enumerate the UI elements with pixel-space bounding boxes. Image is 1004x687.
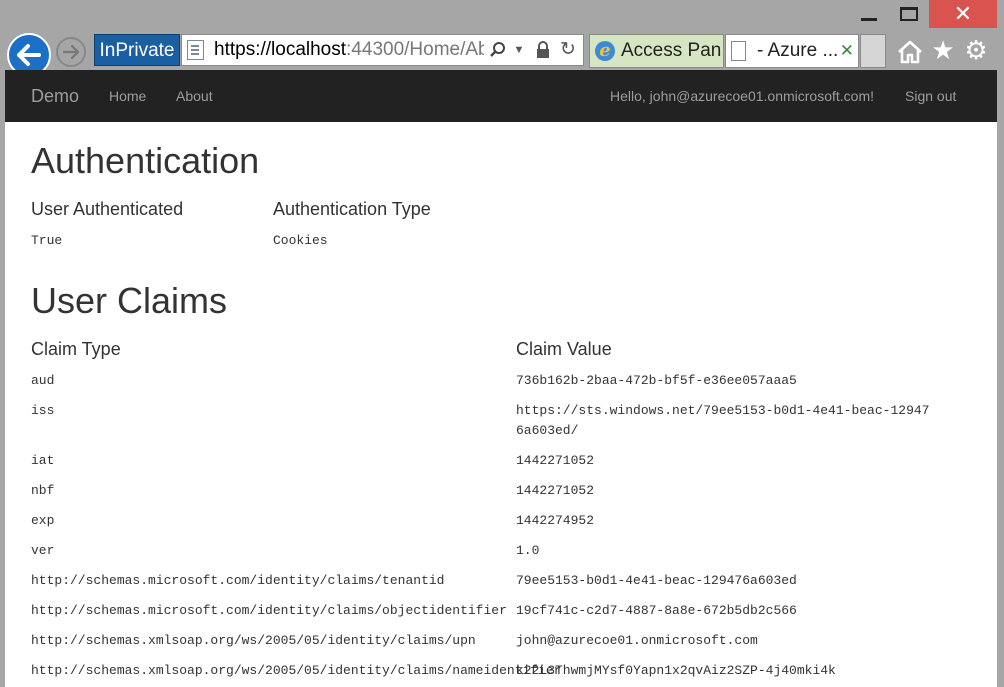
site-navbar: Demo Home About Hello, john@azurecoe01.o…: [5, 70, 997, 122]
claim-value-cell: https://sts.windows.net/79ee5153-b0d1-4e…: [516, 403, 930, 438]
url-text[interactable]: https://localhost:44300/Home/Ab: [214, 35, 484, 65]
claim-type-cell: nbf: [31, 483, 55, 498]
sign-out-link[interactable]: Sign out: [905, 70, 956, 122]
authentication-type-value: Cookies: [273, 233, 328, 248]
claim-value-cell: john@azurecoe01.onmicrosoft.com: [516, 633, 758, 648]
claim-type-cell: ver: [31, 543, 55, 558]
claim-type-cell: iss: [31, 403, 55, 418]
forward-arrow-icon: [63, 45, 79, 59]
refresh-icon[interactable]: ↻: [558, 35, 578, 65]
claim-value-header: Claim Value: [516, 339, 612, 359]
claim-type-cell: http://schemas.microsoft.com/identity/cl…: [31, 603, 507, 618]
claim-value-cell: 1442271052: [516, 453, 595, 468]
star-icon[interactable]: ★: [928, 34, 958, 66]
tab-label: - Azure ...: [757, 40, 839, 61]
page-viewport: Demo Home About Hello, john@azurecoe01.o…: [5, 70, 997, 687]
tab-azure[interactable]: - Azure ... ✕: [725, 34, 859, 68]
url-host: https://localhost: [214, 39, 347, 60]
back-arrow-icon: [17, 44, 41, 66]
page-icon: [187, 40, 204, 60]
close-icon: ✕: [953, 1, 973, 26]
nav-about-link[interactable]: About: [176, 70, 213, 122]
close-window-button[interactable]: ✕: [929, 0, 997, 28]
tab-close-icon[interactable]: ✕: [840, 35, 854, 67]
title-bar: ✕: [0, 0, 1004, 30]
search-icon[interactable]: [488, 35, 508, 65]
ie-icon: e: [595, 41, 615, 61]
user-greeting-link[interactable]: Hello, john@azurecoe01.onmicrosoft.com!: [610, 70, 874, 122]
claim-type-header: Claim Type: [31, 339, 121, 359]
new-tab-button[interactable]: [860, 34, 886, 68]
claim-type-cell: http://schemas.microsoft.com/identity/cl…: [31, 573, 445, 588]
home-icon[interactable]: [895, 34, 925, 66]
claim-value-cell: 79ee5153-b0d1-4e41-beac-129476a603ed: [516, 573, 797, 588]
claim-value-cell: k22L3ThwmjMYsf0Yapn1x2qvAiz2SZP-4j40mki4…: [516, 663, 836, 678]
url-path: :44300/Home/Ab: [346, 39, 484, 60]
user-claims-heading: User Claims: [31, 280, 228, 321]
claim-value-cell: 736b162b-2baa-472b-bf5f-e36ee057aaa5: [516, 373, 797, 388]
authentication-type-header: Authentication Type: [273, 199, 431, 219]
claim-type-cell: iat: [31, 453, 55, 468]
maximize-icon: [900, 7, 918, 21]
claim-value-cell: 19cf741c-c2d7-4887-8a8e-672b5db2c566: [516, 603, 797, 618]
brand-link[interactable]: Demo: [31, 70, 79, 122]
page-icon: [731, 41, 746, 61]
dropdown-icon[interactable]: ▼: [512, 35, 526, 65]
tab-label: Access Pan...: [621, 40, 723, 61]
minimize-button[interactable]: [854, 0, 884, 28]
nav-home-link[interactable]: Home: [109, 70, 146, 122]
claim-value-cell: 1442271052: [516, 483, 595, 498]
user-authenticated-value: True: [31, 233, 63, 248]
gear-icon[interactable]: ⚙: [961, 34, 991, 66]
maximize-button[interactable]: [894, 0, 924, 28]
minimize-icon: [861, 17, 877, 21]
claim-value-cell: 1442274952: [516, 513, 595, 528]
claim-type-cell: aud: [31, 373, 55, 388]
claim-type-cell: exp: [31, 513, 55, 528]
claim-value-cell: 1.0: [516, 543, 540, 558]
user-authenticated-header: User Authenticated: [31, 199, 184, 219]
claim-type-cell: http://schemas.xmlsoap.org/ws/2005/05/id…: [31, 633, 476, 648]
authentication-heading: Authentication: [31, 140, 260, 181]
lock-icon[interactable]: [534, 35, 552, 65]
address-bar[interactable]: https://localhost:44300/Home/Ab ▼ ↻: [181, 34, 584, 66]
tab-access-panel[interactable]: e Access Pan...: [589, 34, 724, 68]
claim-type-cell: http://schemas.xmlsoap.org/ws/2005/05/id…: [31, 663, 562, 678]
browser-toolbar: InPrivate https://localhost:44300/Home/A…: [0, 30, 1004, 77]
inprivate-badge: InPrivate: [94, 34, 180, 66]
forward-button[interactable]: [56, 37, 86, 67]
